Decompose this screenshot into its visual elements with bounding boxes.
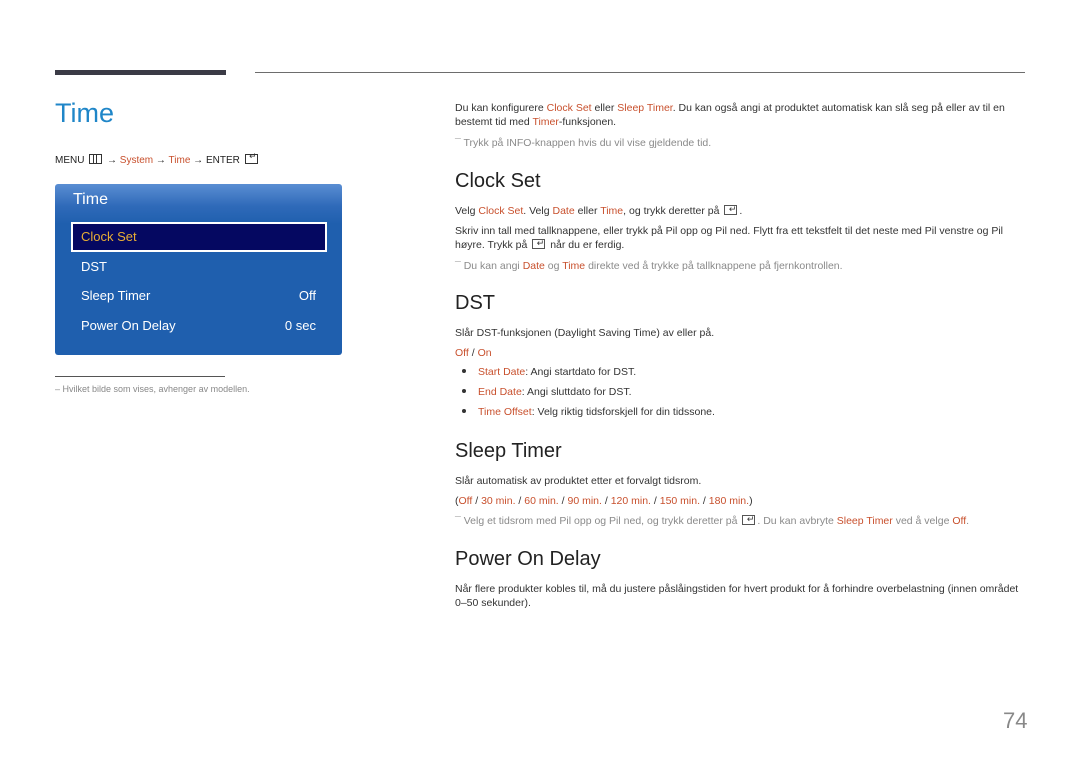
text: når du er ferdig.: [547, 239, 625, 251]
menu-path: MENU → System → Time → ENTER: [55, 151, 260, 166]
header-rule-thick: [55, 70, 226, 75]
enter-icon: [742, 512, 756, 526]
keyword: Time: [562, 260, 586, 272]
heading-power-on-delay: Power On Delay: [455, 548, 601, 570]
text: : Angi sluttdato for DST.: [521, 386, 632, 398]
text: : Angi startdato for DST.: [525, 366, 637, 378]
sleep-timer-paragraph: Slår automatisk av produktet etter et fo…: [455, 475, 702, 487]
text: eller: [591, 102, 618, 114]
osd-time-menu: Time Clock Set DST Sleep Timer Off Power…: [55, 184, 342, 355]
separator: /: [468, 347, 478, 359]
osd-value-sleep-timer: Off: [298, 288, 316, 303]
text: Velg et tidsrom med Pil opp og Pil ned, …: [463, 515, 741, 527]
enter-icon: [244, 151, 258, 164]
page-number: 74: [1003, 708, 1028, 733]
note-dash-icon: ¯: [455, 137, 464, 149]
text: eller: [574, 205, 601, 217]
keyword: Time Offset: [478, 406, 532, 418]
text: Du kan angi: [463, 260, 523, 272]
option: Off: [458, 495, 473, 507]
footnote-divider: [55, 376, 225, 377]
arrow: →: [155, 155, 166, 166]
text: ved å velge: [892, 515, 953, 527]
clock-set-paragraph-2: Skriv inn tall med tallknappene, eller t…: [455, 224, 1025, 252]
text: direkte ved å trykke på tallknappene på …: [585, 260, 843, 272]
text: . Du kan avbryte: [757, 515, 837, 527]
dst-bullet-time-offset: Time Offset: Velg riktig tidsforskjell f…: [462, 406, 715, 418]
option-on: On: [477, 347, 492, 359]
header-rule-thin: [255, 72, 1025, 73]
arrow: →: [107, 155, 118, 166]
keyword-clock-set: Clock Set: [546, 102, 592, 114]
enter-label: ENTER: [205, 155, 240, 166]
footnote: – Hvilket bilde som vises, avhenger av m…: [55, 384, 250, 394]
osd-item-clock-set[interactable]: Clock Set: [81, 229, 137, 244]
text: Velg: [455, 205, 479, 217]
option: 60 min.: [524, 495, 559, 507]
keyword: Off: [952, 515, 967, 527]
note-dash-icon: ¯: [455, 260, 464, 272]
power-on-delay-paragraph: Når flere produkter kobles til, må du ju…: [455, 583, 1019, 609]
text: -funksjonen.: [558, 116, 617, 128]
enter-icon: [532, 236, 546, 250]
heading-dst: DST: [455, 292, 495, 314]
text: og: [544, 260, 563, 272]
keyword: Date: [552, 205, 575, 217]
dst-bullet-end-date: End Date: Angi sluttdato for DST.: [462, 386, 632, 398]
text: . Velg: [523, 205, 553, 217]
keyword: Time: [600, 205, 624, 217]
arrow: →: [193, 155, 204, 166]
text: .: [966, 515, 970, 527]
text: .: [739, 205, 743, 217]
intro-note: ¯ Trykk på INFO-knappen hvis du vil vise…: [455, 136, 1025, 150]
enter-icon: [724, 202, 738, 216]
osd-title: Time: [73, 191, 108, 208]
text: Du kan konfigurere: [455, 102, 547, 114]
sleep-timer-options: (Off / 30 min. / 60 min. / 90 min. / 120…: [455, 495, 753, 507]
keyword: Clock Set: [478, 205, 524, 217]
note-dash-icon: ¯: [455, 515, 464, 527]
note-text: Trykk på INFO-knappen hvis du vil vise g…: [463, 137, 712, 149]
option: 150 min.: [659, 495, 701, 507]
option-off: Off: [455, 347, 469, 359]
osd-item-dst[interactable]: DST: [81, 259, 107, 274]
text: : Velg riktig tidsforskjell for din tids…: [531, 406, 715, 418]
clock-set-paragraph-1: Velg Clock Set. Velg Date eller Time, og…: [455, 202, 1025, 218]
bullet-icon: [462, 389, 466, 393]
heading-sleep-timer: Sleep Timer: [455, 440, 562, 462]
page-title: Time: [55, 98, 114, 128]
intro-paragraph: Du kan konfigurere Clock Set eller Sleep…: [455, 101, 1025, 129]
keyword: Start Date: [478, 366, 526, 378]
dst-options: Off / On: [455, 346, 1025, 360]
sleep-timer-note: ¯ Velg et tidsrom med Pil opp og Pil ned…: [455, 512, 1025, 528]
menu-path-time: Time: [168, 155, 191, 166]
option: 120 min.: [610, 495, 651, 507]
dst-paragraph: Slår DST-funksjonen (Daylight Saving Tim…: [455, 327, 715, 339]
option: 30 min.: [481, 495, 516, 507]
keyword: Date: [522, 260, 545, 272]
option: 90 min.: [567, 495, 602, 507]
keyword-timer: Timer: [532, 116, 559, 128]
menu-icon: [89, 154, 103, 164]
keyword-sleep-timer: Sleep Timer: [617, 102, 673, 114]
clock-set-note: ¯ Du kan angi Date og Time direkte ved å…: [455, 259, 1025, 273]
osd-item-sleep-timer[interactable]: Sleep Timer: [81, 288, 150, 303]
heading-clock-set: Clock Set: [455, 170, 541, 192]
menu-path-system: System: [119, 155, 154, 166]
text: , og trykk deretter på: [623, 205, 723, 217]
keyword: Sleep Timer: [836, 515, 893, 527]
dst-bullet-start-date: Start Date: Angi startdato for DST.: [462, 366, 636, 378]
osd-item-power-on-delay[interactable]: Power On Delay: [81, 318, 176, 333]
bullet-icon: [462, 409, 466, 413]
menu-label: MENU: [55, 155, 85, 166]
osd-value-power-on-delay: 0 sec: [284, 318, 316, 333]
keyword: End Date: [478, 386, 522, 398]
bullet-icon: [462, 369, 466, 373]
option: 180 min.: [708, 495, 750, 507]
